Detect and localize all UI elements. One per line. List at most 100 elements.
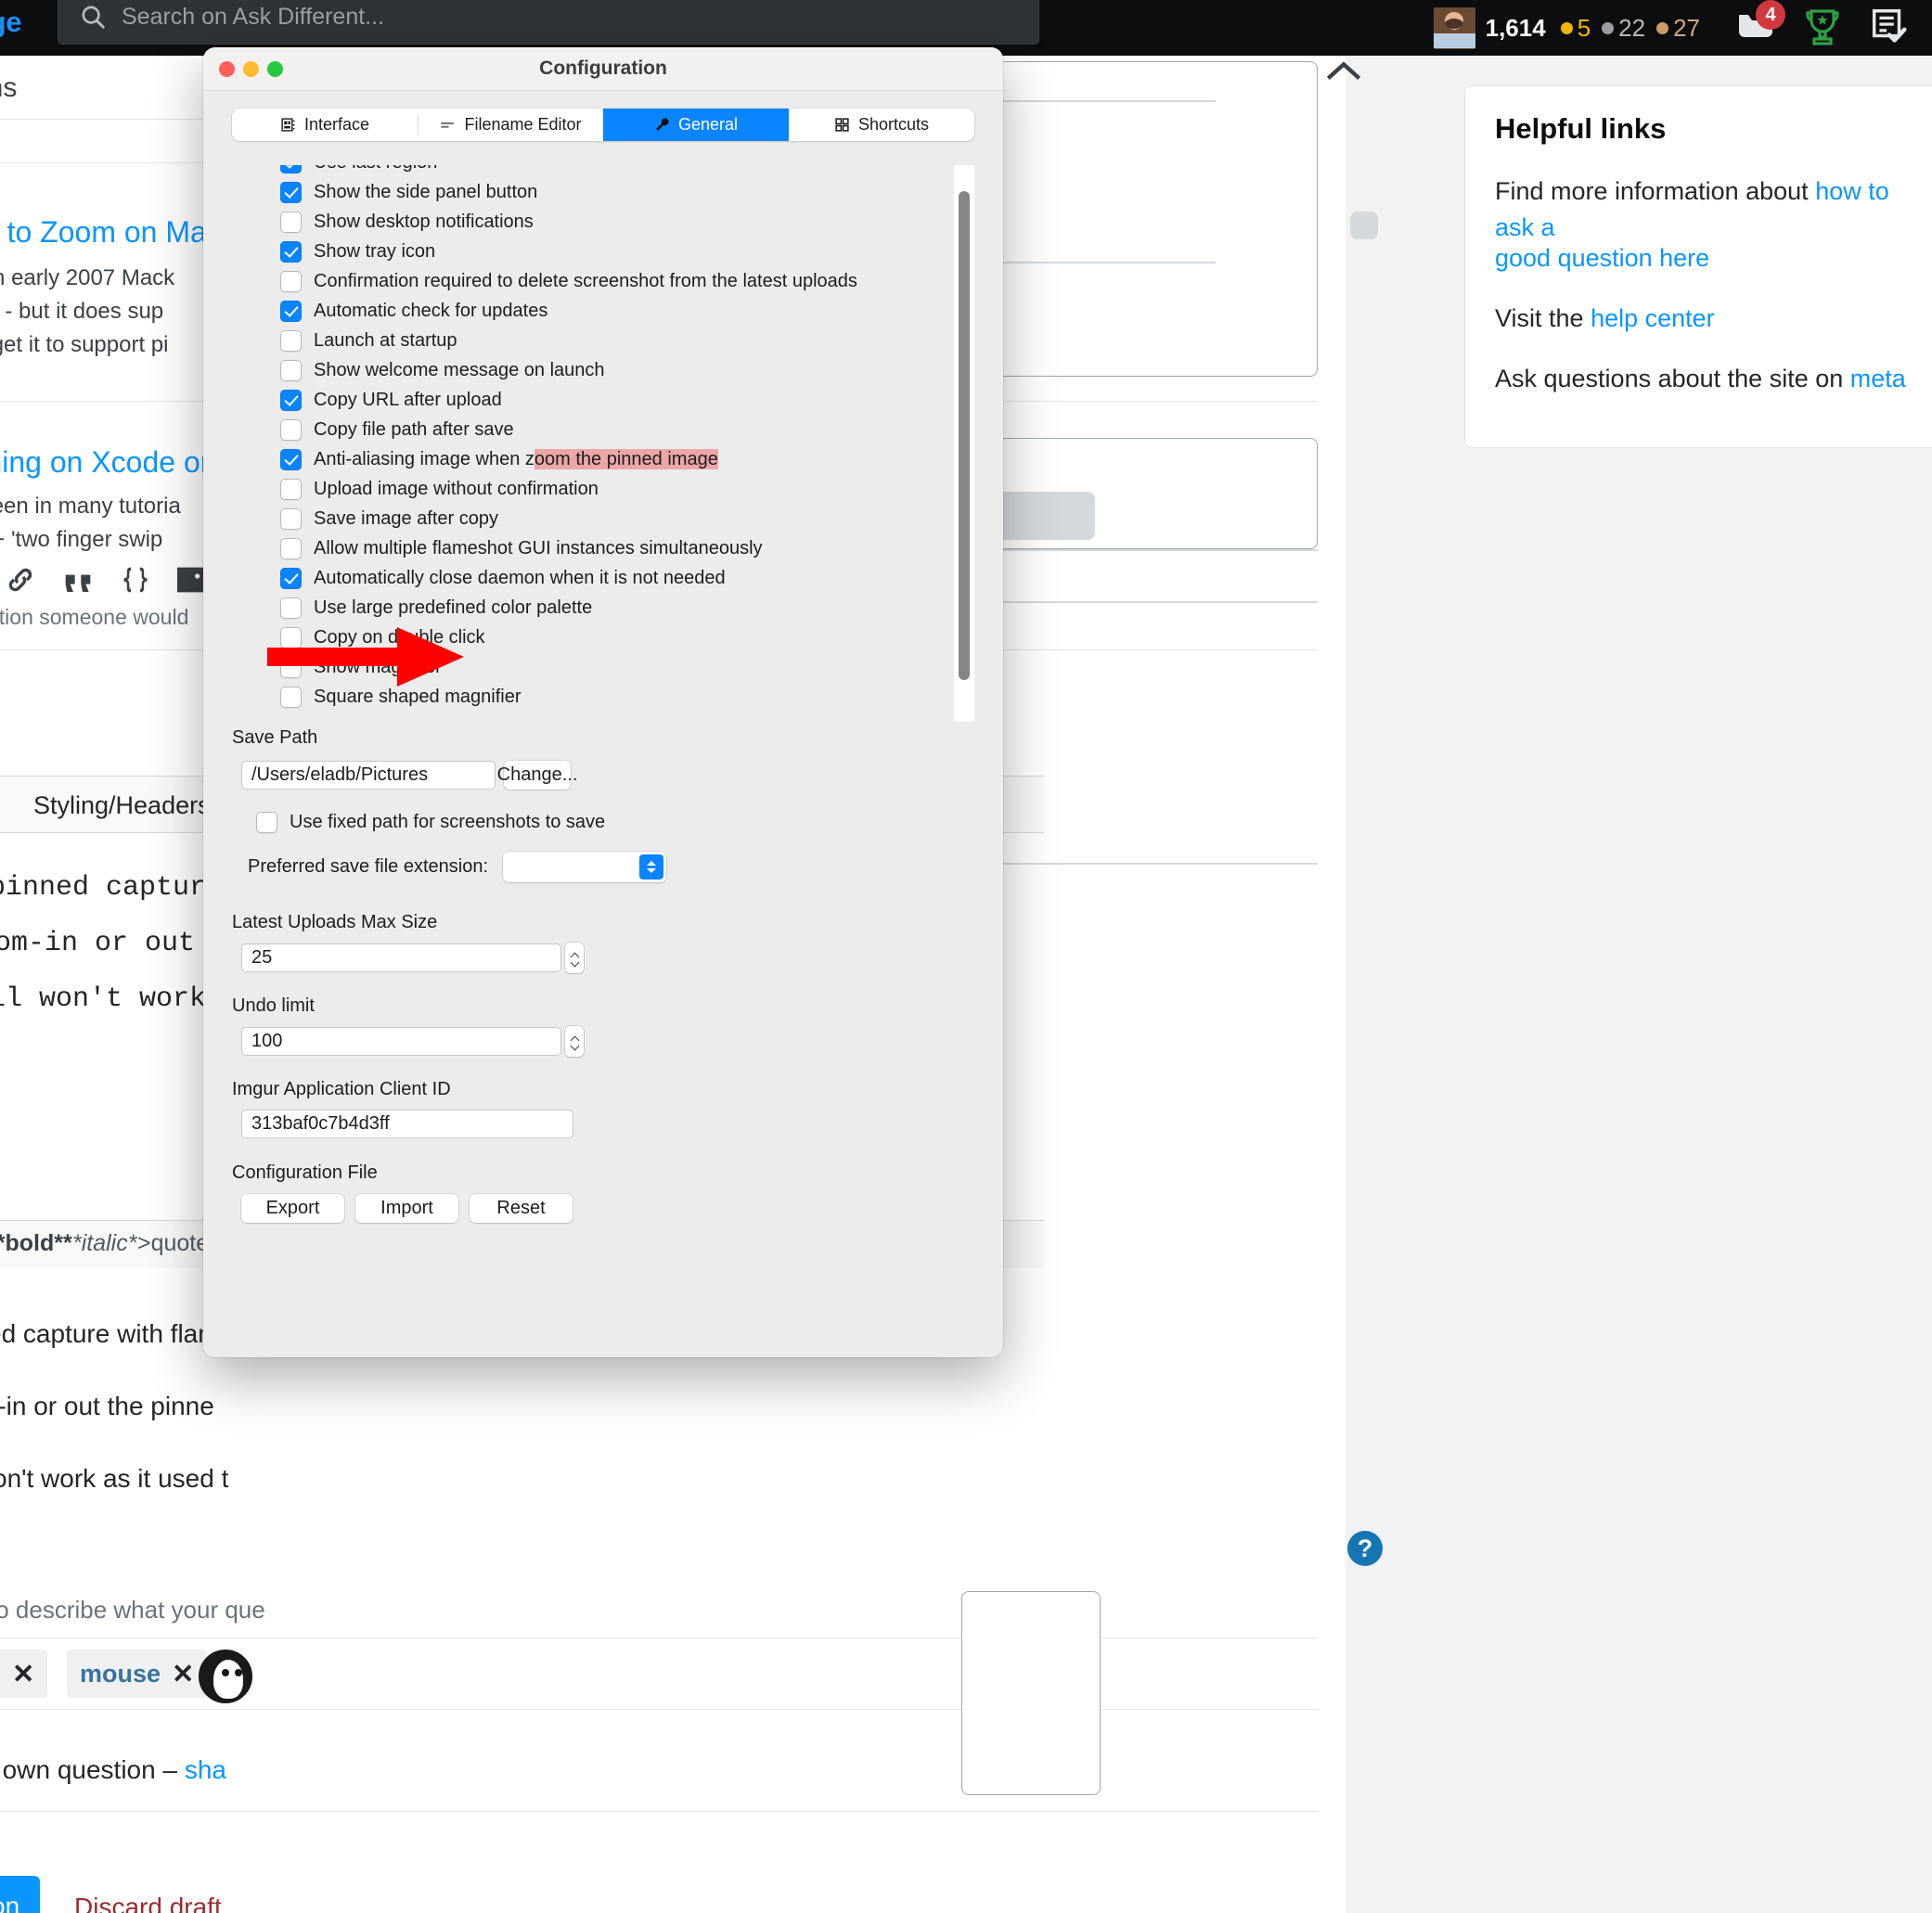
preferred-extension-row: Preferred save file extension: [248, 852, 974, 882]
rail-link[interactable]: good question here [1495, 244, 1709, 272]
checkbox-label: Show welcome message on launch [314, 359, 605, 380]
rail-item: good question here [1495, 240, 1916, 276]
undo-limit-input[interactable]: 100 [241, 1027, 561, 1056]
tab-shortcuts[interactable]: Shortcuts [789, 109, 974, 141]
checkbox-show-desktop-notifications[interactable] [280, 211, 302, 233]
tag-chip[interactable]: mouse ✕ [67, 1650, 208, 1698]
achievements-button[interactable] [1800, 6, 1845, 50]
checkbox-launch-at-startup[interactable] [280, 329, 302, 352]
save-path-input[interactable]: /Users/eladb/Pictures [241, 761, 496, 790]
checkbox-copy-url-after-upload[interactable] [280, 389, 302, 411]
checkbox-automatic-check-updates[interactable] [280, 300, 302, 322]
preferred-extension-select[interactable] [503, 852, 667, 882]
related-question-snippet: have seen in many tutoria ontrol' + 'two… [0, 490, 181, 557]
preferred-extension-label: Preferred save file extension: [248, 856, 489, 877]
site-logo[interactable]: ange [0, 6, 21, 39]
checkbox-row[interactable]: Show tray icon [280, 237, 947, 266]
fixed-path-row[interactable]: Use fixed path for screenshots to save [256, 812, 974, 833]
checkbox-row[interactable]: Save image after copy [280, 504, 947, 533]
export-button[interactable]: Export [241, 1194, 344, 1223]
undo-limit-stepper[interactable] [565, 1026, 584, 1057]
checkbox-label: Copy URL after upload [314, 389, 502, 410]
checkbox-show-welcome-message[interactable] [280, 359, 302, 381]
interface-icon [281, 118, 295, 132]
checkbox-row[interactable]: Use last region [280, 165, 947, 177]
checkbox-row[interactable]: Show welcome message on launch [280, 355, 947, 385]
checkbox-row[interactable]: Upload image without confirmation [280, 474, 947, 504]
checkbox-label: Use last region [314, 165, 437, 173]
checkbox-row[interactable]: Automatically close daemon when it is no… [280, 563, 947, 593]
tag-hint-text: to describe what your que [0, 1596, 265, 1624]
related-question-title[interactable]: inch to Zoom on Mac [0, 215, 222, 250]
imgur-client-input[interactable]: 313baf0c7b4d3ff [241, 1110, 573, 1138]
checkbox-upload-image-without-confirmation[interactable] [280, 478, 302, 500]
checkbox-row[interactable]: Use large predefined color palette [280, 593, 947, 623]
checkbox-large-color-palette[interactable] [280, 597, 302, 619]
checkbox-row[interactable]: Copy URL after upload [280, 385, 947, 415]
close-icon[interactable]: ✕ [12, 1658, 34, 1690]
reset-button[interactable]: Reset [470, 1194, 573, 1223]
tab-label[interactable]: Styling/Headers [33, 791, 211, 820]
chevron-up-icon[interactable] [1325, 58, 1362, 83]
tab-filename-editor[interactable]: Filename Editor [418, 109, 603, 141]
checkbox-row[interactable]: Show desktop notifications [280, 207, 947, 237]
checkbox-row[interactable]: Launch at startup [280, 326, 947, 355]
badge-bronze[interactable]: 27 [1656, 14, 1700, 43]
tag-chip[interactable]: e ✕ [0, 1650, 48, 1698]
review-queue-icon [1872, 9, 1907, 43]
rail-link[interactable]: meta [1850, 365, 1906, 392]
checkbox-row[interactable]: Show the side panel button [280, 177, 947, 207]
checkbox-allow-multiple-gui-instances[interactable] [280, 537, 302, 559]
dialog-titlebar[interactable]: Configuration [203, 47, 1003, 91]
discard-draft-button[interactable]: Discard draft [74, 1893, 222, 1913]
help-circle-icon[interactable]: ? [1347, 1531, 1383, 1566]
checkbox-row[interactable]: Allow multiple flameshot GUI instances s… [280, 533, 947, 563]
related-question-title[interactable]: ooming on Xcode on [0, 445, 217, 480]
divider [984, 601, 1318, 603]
chevron-up-icon[interactable] [571, 1035, 579, 1040]
post-question-button[interactable]: stion [0, 1876, 41, 1913]
options-scrollbar[interactable] [954, 165, 974, 722]
code-icon[interactable] [117, 561, 154, 598]
search-input[interactable]: Search on Ask Different... [58, 0, 1039, 45]
configuration-file-buttons: Export Import Reset [241, 1194, 974, 1223]
checkbox-save-image-after-copy[interactable] [280, 507, 302, 530]
duckduckgo-icon[interactable] [199, 1650, 252, 1703]
checkbox-confirmation-delete-screenshot[interactable] [280, 270, 302, 292]
rail-item: Find more information about how to ask a [1495, 173, 1916, 246]
footer-note-link[interactable]: sha [185, 1755, 226, 1784]
checkbox-copy-file-path-after-save[interactable] [280, 418, 302, 441]
chevron-down-icon[interactable] [571, 1044, 579, 1048]
scrollbar-thumb[interactable] [959, 191, 970, 680]
close-icon[interactable]: ✕ [172, 1658, 194, 1690]
checkbox-use-last-region[interactable] [280, 165, 302, 173]
checkbox-row[interactable]: Confirmation required to delete screensh… [280, 266, 947, 296]
checkbox-anti-aliasing-zoom-pinned[interactable] [280, 448, 302, 470]
checkbox-label: Use fixed path for screenshots to save [290, 812, 606, 832]
checkbox-show-side-panel-button[interactable] [280, 181, 302, 203]
checkbox-auto-close-daemon[interactable] [280, 567, 302, 589]
latest-uploads-input[interactable]: 25 [241, 944, 561, 972]
latest-uploads-stepper[interactable] [565, 943, 584, 973]
blockquote-icon[interactable] [59, 564, 97, 601]
badge-gold[interactable]: 5 [1560, 14, 1591, 43]
inbox-button[interactable]: 4 [1733, 0, 1785, 50]
tab-interface[interactable]: Interface [232, 109, 418, 141]
avatar[interactable] [1433, 6, 1475, 49]
chevron-up-icon[interactable] [571, 952, 579, 956]
checkbox-use-fixed-path[interactable] [256, 812, 277, 833]
chevron-down-icon[interactable] [571, 960, 579, 965]
badge-silver[interactable]: 22 [1602, 14, 1645, 43]
reputation[interactable]: 1,614 [1486, 14, 1546, 43]
checkbox-row[interactable]: Copy file path after save [280, 415, 947, 444]
rail-link[interactable]: help center [1591, 304, 1715, 332]
checkbox-row[interactable]: Anti-aliasing image when zoom the pinned… [280, 444, 947, 474]
review-queue-button[interactable] [1867, 6, 1912, 50]
bronze-badge-icon [1656, 21, 1669, 34]
checkbox-row[interactable]: Automatic check for updates [280, 296, 947, 326]
link-icon[interactable] [2, 561, 39, 598]
checkbox-show-tray-icon[interactable] [280, 240, 302, 263]
tab-general[interactable]: General [603, 109, 789, 141]
import-button[interactable]: Import [355, 1194, 458, 1223]
change-save-path-button[interactable]: Change... [497, 761, 577, 790]
